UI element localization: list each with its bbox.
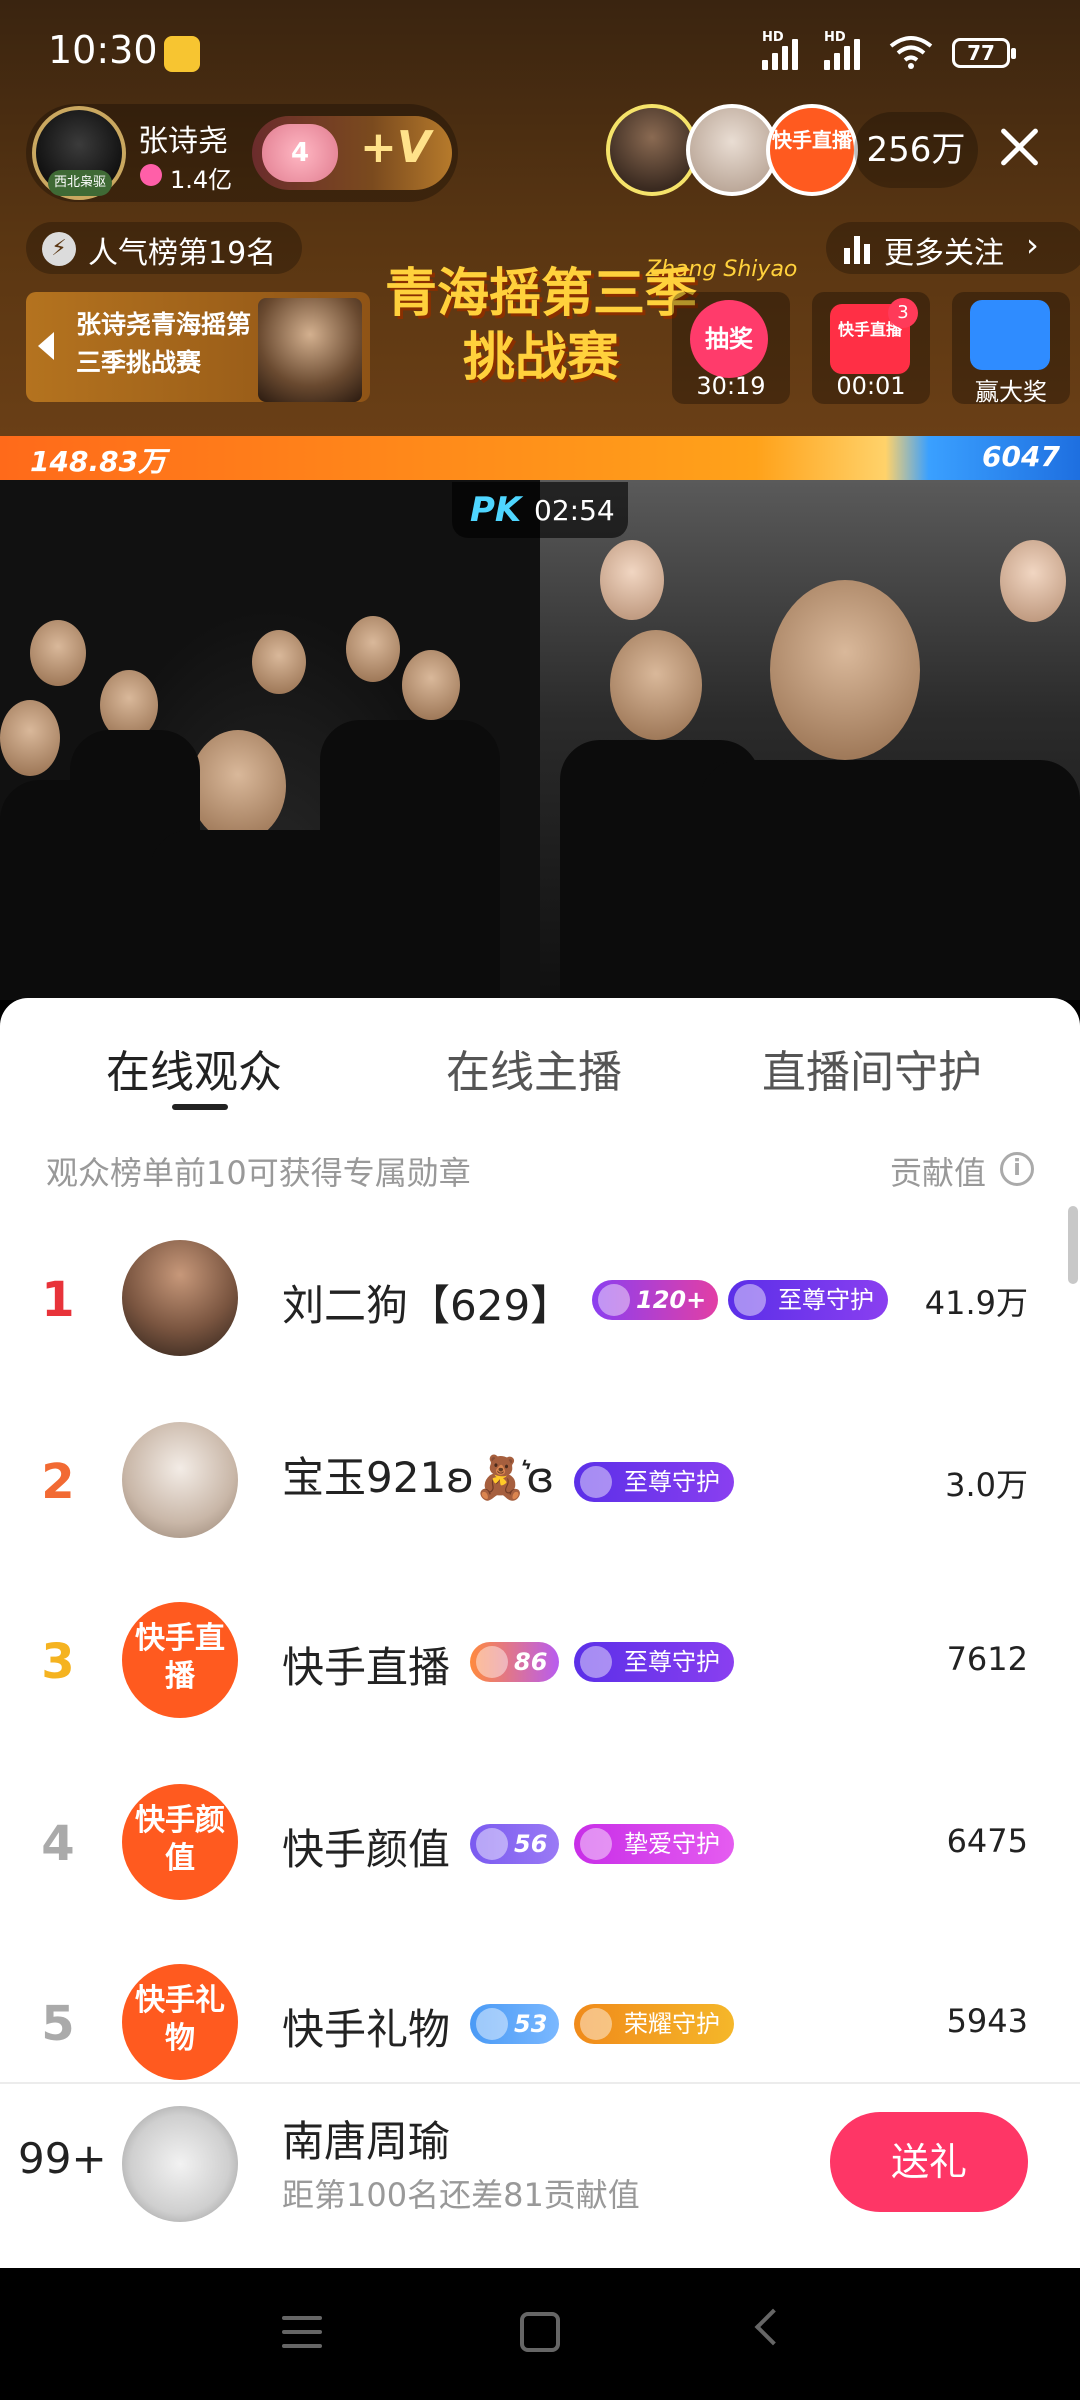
- pk-video-left[interactable]: [0, 480, 540, 1000]
- notification-icon: [164, 36, 200, 72]
- avatar[interactable]: [122, 1240, 238, 1356]
- pk-video-right[interactable]: [540, 480, 1080, 1000]
- popularity-rank-text[interactable]: 人气榜第19名: [88, 228, 276, 272]
- contribution-value: 5943: [946, 2002, 1028, 2040]
- tab-online-audience[interactable]: 在线观众: [106, 1036, 282, 1100]
- my-name: 南唐周瑜: [282, 2117, 451, 2166]
- audience-row-2[interactable]: 2 宝玉921ʚ🧸͛ɞ 至尊守护 3.0万: [0, 1390, 1080, 1570]
- red-packet-timer: 00:01: [836, 372, 906, 400]
- level-badge: 86: [470, 1642, 560, 1682]
- level-badge: 56: [470, 1824, 560, 1864]
- viewer-name[interactable]: 快手礼物: [282, 1996, 450, 2057]
- close-icon[interactable]: [994, 122, 1044, 172]
- audience-row-4[interactable]: 4 快手颜值 快手颜值 56 挚爱守护 6475: [0, 1752, 1080, 1932]
- rank-number: 3: [41, 1634, 75, 1690]
- contribution-label: 贡献值: [890, 1154, 987, 1192]
- pk-right-score: 6047: [982, 440, 1060, 473]
- lottery-timer: 30:19: [696, 372, 766, 400]
- viewer-name[interactable]: 快手颜值: [282, 1816, 450, 1877]
- battery-icon: 77: [952, 38, 1016, 68]
- event-banner-image: [258, 298, 362, 402]
- avatar[interactable]: 快手礼物: [122, 1964, 238, 2080]
- host-name[interactable]: 张诗尧: [138, 116, 228, 160]
- chevron-right-icon: ›: [1026, 226, 1039, 264]
- viewer-name[interactable]: 刘二狗【629】: [282, 1272, 572, 1333]
- rank-number: 4: [41, 1816, 75, 1872]
- pk-countdown: 02:54: [534, 494, 615, 527]
- pk-logo: PK: [470, 490, 522, 530]
- my-rank-gap: 距第100名还差81贡献值: [282, 2176, 640, 2214]
- avatar[interactable]: 快手直播: [122, 1602, 238, 1718]
- guard-badge: 挚爱守护: [574, 1824, 734, 1864]
- audience-row-3[interactable]: 3 快手直播 快手直播 86 至尊守护 7612: [0, 1570, 1080, 1750]
- guard-badge: 至尊守护: [574, 1462, 734, 1502]
- bar-chart-icon: [842, 232, 872, 264]
- level-badge: 120+: [592, 1280, 719, 1320]
- pk-left-score: 148.83万: [30, 445, 167, 478]
- rank-number: 5: [41, 1996, 75, 2052]
- medal-hint: 观众榜单前10可获得专属勋章: [46, 1154, 471, 1192]
- top-viewer-avatar-1[interactable]: [606, 104, 698, 196]
- red-packet-badge: 3: [888, 298, 918, 328]
- gift-box-icon[interactable]: [970, 300, 1050, 370]
- contribution-value: 3.0万: [945, 1466, 1028, 1504]
- plus-v-button[interactable]: +V: [360, 122, 431, 173]
- avatar[interactable]: 快手颜值: [122, 1784, 238, 1900]
- avatar[interactable]: [122, 1422, 238, 1538]
- contribution-value: 7612: [946, 1640, 1028, 1678]
- prize-label: 赢大奖: [975, 378, 1047, 406]
- host-fans-count: 1.4亿: [170, 166, 233, 194]
- more-follow-text[interactable]: 更多关注: [884, 228, 1004, 272]
- caret-left-icon[interactable]: [38, 332, 54, 360]
- top-viewer-avatar-2[interactable]: [686, 104, 778, 196]
- host-badge: 西北枭驱: [48, 170, 112, 196]
- level-badge: 53: [470, 2004, 560, 2044]
- tab-room-guard[interactable]: 直播间守护: [762, 1036, 982, 1100]
- guard-badge: 至尊守护: [728, 1280, 888, 1320]
- viewer-name[interactable]: 宝玉921ʚ🧸͛ɞ: [282, 1444, 554, 1505]
- info-icon[interactable]: i: [1000, 1152, 1034, 1186]
- audience-row-1[interactable]: 1 刘二狗【629】 120+ 至尊守护 41.9万: [0, 1208, 1080, 1388]
- active-tab-indicator: [172, 1104, 228, 1110]
- heart-icon: [140, 164, 162, 186]
- fan-level-heart[interactable]: 4: [262, 124, 338, 182]
- menu-icon[interactable]: [282, 2316, 322, 2350]
- status-bar: 10:30 HD HD 77: [0, 0, 1080, 106]
- viewer-count[interactable]: 256万: [854, 112, 978, 188]
- signal-icon: [762, 34, 806, 70]
- home-icon[interactable]: [520, 2312, 560, 2352]
- event-banner-text[interactable]: 张诗尧青海摇第三季挑战赛: [76, 306, 256, 382]
- lightning-icon: ⚡: [42, 232, 76, 266]
- guard-badge: 荣耀守护: [574, 2004, 734, 2044]
- status-time: 10:30: [48, 28, 158, 72]
- lottery-icon[interactable]: 抽奖: [690, 300, 768, 378]
- tab-online-hosts[interactable]: 在线主播: [446, 1036, 622, 1100]
- wifi-icon: [889, 36, 933, 69]
- signal-icon-2: [824, 34, 868, 70]
- my-avatar[interactable]: [122, 2106, 238, 2222]
- event-signature: Zhang Shiyao: [646, 257, 798, 282]
- send-gift-button[interactable]: 送礼: [830, 2112, 1028, 2212]
- my-rank-number: 99+: [18, 2134, 107, 2183]
- top-viewer-avatar-3[interactable]: 快手直播: [766, 104, 858, 196]
- contribution-value: 41.9万: [924, 1284, 1028, 1322]
- rank-number: 2: [41, 1454, 75, 1510]
- contribution-value: 6475: [946, 1822, 1028, 1860]
- guard-badge: 至尊守护: [574, 1642, 734, 1682]
- viewer-name[interactable]: 快手直播: [282, 1634, 450, 1695]
- rank-number: 1: [41, 1272, 75, 1328]
